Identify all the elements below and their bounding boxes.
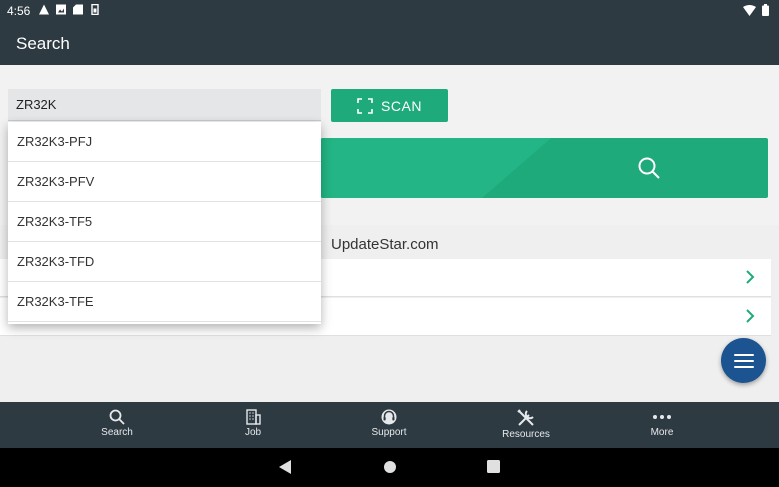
- nav-item-more[interactable]: More: [617, 402, 707, 448]
- warning-icon: [39, 4, 49, 15]
- battery-icon: [762, 4, 769, 16]
- bottom-nav: Search Job Support Resources More: [0, 402, 779, 448]
- nav-label: More: [650, 427, 674, 438]
- building-icon: [246, 409, 261, 425]
- nav-item-job[interactable]: Job: [208, 402, 298, 448]
- tools-icon: [517, 409, 534, 426]
- dropdown-item[interactable]: ZR32K3-TFE: [8, 282, 321, 322]
- nav-label: Job: [244, 427, 262, 438]
- search-icon: [638, 157, 660, 179]
- menu-fab-button[interactable]: [721, 338, 766, 383]
- recents-icon[interactable]: [487, 460, 500, 473]
- headset-icon: [381, 409, 397, 425]
- scan-frame-icon: [357, 97, 373, 114]
- dropdown-item[interactable]: ZR32K3-TF5: [8, 202, 321, 242]
- nav-label: Search: [101, 427, 133, 438]
- app-bar: Search: [0, 21, 779, 65]
- back-icon[interactable]: [279, 460, 291, 474]
- results-header: UpdateStar.com: [331, 236, 439, 253]
- chevron-right-icon: [746, 270, 755, 284]
- home-icon[interactable]: [383, 460, 397, 474]
- hamburger-menu-icon: [733, 353, 754, 368]
- system-nav-bar: [0, 448, 779, 487]
- autocomplete-dropdown: ZR32K3-PFJ ZR32K3-PFV ZR32K3-TF5 ZR32K3-…: [8, 122, 321, 324]
- search-input[interactable]: [8, 89, 321, 121]
- image-icon: [56, 4, 66, 15]
- status-bar: 4:56: [0, 0, 779, 21]
- nav-label: Support: [371, 427, 407, 438]
- sd-card-icon: [73, 4, 83, 15]
- dropdown-item[interactable]: ZR32K3-PFJ: [8, 122, 321, 162]
- scan-button-label: SCAN: [381, 97, 422, 114]
- search-submit-button[interactable]: [321, 138, 768, 198]
- wifi-icon: [743, 4, 756, 16]
- dropdown-item[interactable]: ZR32K3-PFV: [8, 162, 321, 202]
- scan-button[interactable]: SCAN: [331, 89, 448, 122]
- status-time: 4:56: [7, 4, 31, 18]
- dropdown-item[interactable]: ZR32K3-TFD: [8, 242, 321, 282]
- page-title: Search: [16, 34, 70, 53]
- search-icon: [109, 409, 125, 425]
- chevron-right-icon: [746, 309, 755, 323]
- sim-icon: [91, 4, 99, 15]
- nav-item-resources[interactable]: Resources: [481, 402, 571, 448]
- banner-decoration: [321, 138, 551, 198]
- nav-label: Resources: [502, 429, 550, 440]
- more-dots-icon: [653, 415, 671, 419]
- nav-item-search[interactable]: Search: [72, 402, 162, 448]
- nav-item-support[interactable]: Support: [344, 402, 434, 448]
